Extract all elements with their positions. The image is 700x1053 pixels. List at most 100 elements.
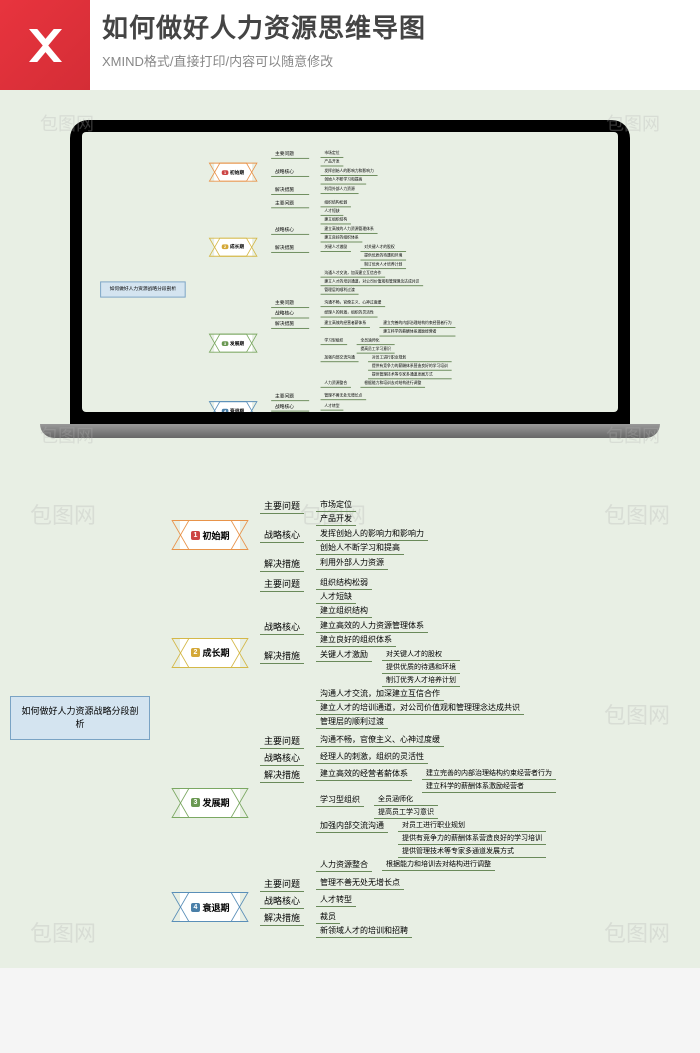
level3-label[interactable]: 组织结构松弱 — [321, 199, 351, 208]
phase-diamond[interactable]: 1初始期 — [180, 520, 240, 550]
level3-label[interactable]: 经理人的刺激，组织的灵活性 — [316, 750, 428, 764]
level2-label[interactable]: 主要问题 — [260, 498, 304, 514]
level4-label[interactable]: 全员涵师化 — [374, 793, 438, 806]
level3-label[interactable]: 加强内部交流沟通 — [316, 819, 388, 833]
level3-label[interactable]: 利用外部人力资源 — [321, 185, 359, 194]
level3-label[interactable]: 产品开发 — [321, 158, 344, 167]
level3-label[interactable]: 关键人才激励 — [321, 243, 351, 252]
level3-label[interactable]: 人力资源整合 — [316, 858, 372, 872]
level4-label[interactable]: 提供优质的待遇和环境 — [360, 252, 406, 261]
level3-label[interactable]: 创始人不断学习和提高 — [316, 541, 404, 555]
level2-label[interactable]: 战略核心 — [260, 527, 304, 543]
level3-label[interactable]: 建立组织结构 — [321, 216, 351, 225]
level3-label[interactable]: 建立人才的培训通道，对公司价值观和管理理念达成共识 — [316, 701, 524, 715]
level2-label[interactable]: 解决措施 — [271, 185, 309, 195]
level4-label[interactable]: 全员涵师化 — [357, 337, 395, 346]
level3-label[interactable]: 利用外部人力资源 — [316, 556, 388, 570]
level4-label[interactable]: 建立完善的内部治理结构约束经营者行为 — [379, 319, 455, 328]
level2-label[interactable]: 解决措施 — [260, 910, 304, 926]
level3-label[interactable]: 建立高效的经营者薪体系 — [316, 767, 412, 781]
level4-label[interactable]: 提高员工学习意识 — [374, 806, 438, 819]
level3-label[interactable]: 发挥创始人的影响力和影响力 — [321, 167, 378, 176]
level3-label[interactable]: 关键人才激励 — [316, 648, 372, 662]
level4-label[interactable]: 提供有竞争力的薪酬体系营造良好的学习培训 — [368, 362, 452, 371]
level3-label[interactable]: 组织结构松弱 — [316, 576, 372, 590]
phase-diamond[interactable]: 3发展期 — [180, 788, 240, 818]
level3-label[interactable]: 沟通人才交流，加深建立互信合作 — [321, 269, 386, 278]
level3-label[interactable]: 发挥创始人的影响力和影响力 — [316, 527, 428, 541]
level4-label[interactable]: 提高员工学习意识 — [357, 345, 395, 354]
level4-label[interactable]: 建立科学的薪酬体系激励经营者 — [379, 328, 455, 337]
level2-label[interactable]: 战略核心 — [260, 750, 304, 766]
phase-diamond[interactable]: 4衰退期 — [214, 401, 252, 412]
level3-label[interactable]: 管理层的顺利过渡 — [316, 715, 388, 729]
level3-label[interactable]: 管理不善无处无增长点 — [316, 876, 404, 890]
level2-label[interactable]: 主要问题 — [271, 199, 309, 209]
level4-label[interactable]: 提供优质的待遇和环境 — [382, 661, 460, 674]
level2-label[interactable]: 主要问题 — [260, 576, 304, 592]
level3-label[interactable]: 裁员 — [316, 910, 340, 924]
level4-label[interactable]: 对员工进行职业规划 — [398, 819, 546, 832]
level4-label[interactable]: 对员工进行职业规划 — [368, 354, 452, 363]
root-node[interactable]: 如何做好人力资源战略分段剖析 — [10, 696, 150, 739]
phase-diamond[interactable]: 3发展期 — [214, 334, 252, 353]
level2-label[interactable]: 主要问题 — [260, 733, 304, 749]
level2-label[interactable]: 战略核心 — [271, 167, 309, 177]
level4-label[interactable]: 制订优秀人才培养计划 — [382, 674, 460, 687]
level2-label[interactable]: 主要问题 — [260, 876, 304, 892]
level3-label[interactable]: 新领域人才的培训和招聘 — [316, 924, 412, 938]
level4-label[interactable]: 建立完善的内部治理结构约束经营者行为 — [422, 767, 556, 780]
level3-label[interactable]: 市场定位 — [316, 498, 356, 512]
level2-label[interactable]: 解决措施 — [271, 319, 309, 329]
level4-label[interactable]: 提供有竞争力的薪酬体系营造良好的学习培训 — [398, 832, 546, 845]
level3-label[interactable]: 建立高效的人力资源管理体系 — [321, 225, 378, 234]
root-node[interactable]: 如何做好人力资源战略分段剖析 — [100, 281, 186, 297]
level3-label[interactable]: 学习型组织 — [321, 337, 348, 346]
level3-label[interactable]: 建立人才的培训通道，对公司价值观和管理理念达成共识 — [321, 278, 424, 287]
phase-diamond[interactable]: 2成长期 — [180, 638, 240, 668]
level4-label[interactable]: 制订优秀人才培养计划 — [360, 261, 406, 270]
level3-label[interactable]: 建立良好的组织体系 — [321, 234, 363, 243]
level4-label[interactable]: 提供管理技术等专家多通道发展方式 — [368, 371, 452, 380]
level3-label[interactable]: 建立高效的经营者薪体系 — [321, 319, 370, 328]
level2-label[interactable]: 战略核心 — [271, 309, 309, 319]
level3-label[interactable]: 沟通人才交流，加深建立互信合作 — [316, 687, 444, 701]
level3-label[interactable]: 人才短缺 — [316, 590, 356, 604]
level3-label[interactable]: 人才转型 — [321, 402, 344, 411]
level3-label[interactable]: 建立良好的组织体系 — [316, 633, 396, 647]
level2-label[interactable]: 解决措施 — [260, 767, 304, 783]
level4-label[interactable]: 建立科学的薪酬体系激励经营者 — [422, 780, 556, 793]
level3-label[interactable]: 人才转型 — [316, 893, 356, 907]
level2-label[interactable]: 解决措施 — [260, 648, 304, 664]
level3-label[interactable]: 人力资源整合 — [321, 379, 351, 388]
level3-label[interactable]: 市场定位 — [321, 149, 344, 158]
phase-diamond[interactable]: 1初始期 — [214, 163, 252, 182]
level2-label[interactable]: 解决措施 — [260, 556, 304, 572]
level2-label[interactable]: 主要问题 — [271, 299, 309, 309]
level2-label[interactable]: 主要问题 — [271, 149, 309, 159]
level3-label[interactable]: 管理不善无处无增长点 — [321, 392, 367, 401]
level3-label[interactable]: 管理层的顺利过渡 — [321, 286, 359, 295]
level4-label[interactable]: 对关键人才的股权 — [382, 648, 460, 661]
level3-label[interactable]: 建立高效的人力资源管理体系 — [316, 619, 428, 633]
level3-label[interactable]: 学习型组织 — [316, 793, 364, 807]
level3-label[interactable]: 经理人的刺激，组织的灵活性 — [321, 309, 378, 318]
level4-label[interactable]: 提供管理技术等专家多通道发展方式 — [398, 845, 546, 858]
level3-label[interactable]: 沟通不畅，官僚主义、心神过度缓 — [316, 733, 444, 747]
level3-label[interactable]: 加强内部交流沟通 — [321, 354, 359, 363]
level2-label[interactable]: 战略核心 — [260, 619, 304, 635]
level3-label[interactable]: 创始人不断学习和提高 — [321, 176, 367, 185]
phase-diamond[interactable]: 4衰退期 — [180, 892, 240, 922]
level2-label[interactable]: 战略核心 — [271, 402, 309, 412]
level3-label[interactable]: 人才短缺 — [321, 207, 344, 216]
phase-diamond[interactable]: 2成长期 — [214, 237, 252, 256]
level2-label[interactable]: 战略核心 — [260, 893, 304, 909]
level2-label[interactable]: 解决措施 — [271, 243, 309, 253]
level4-label[interactable]: 根据能力和培训去对结构进行调整 — [382, 858, 495, 871]
level4-label[interactable]: 根据能力和培训去对结构进行调整 — [360, 379, 425, 388]
level4-label[interactable]: 对关键人才的股权 — [360, 243, 406, 252]
level2-label[interactable]: 主要问题 — [271, 392, 309, 402]
level2-label[interactable]: 战略核心 — [271, 225, 309, 235]
level3-label[interactable]: 建立组织结构 — [316, 604, 372, 618]
level3-label[interactable]: 沟通不畅，官僚主义、心神过度缓 — [321, 299, 386, 308]
